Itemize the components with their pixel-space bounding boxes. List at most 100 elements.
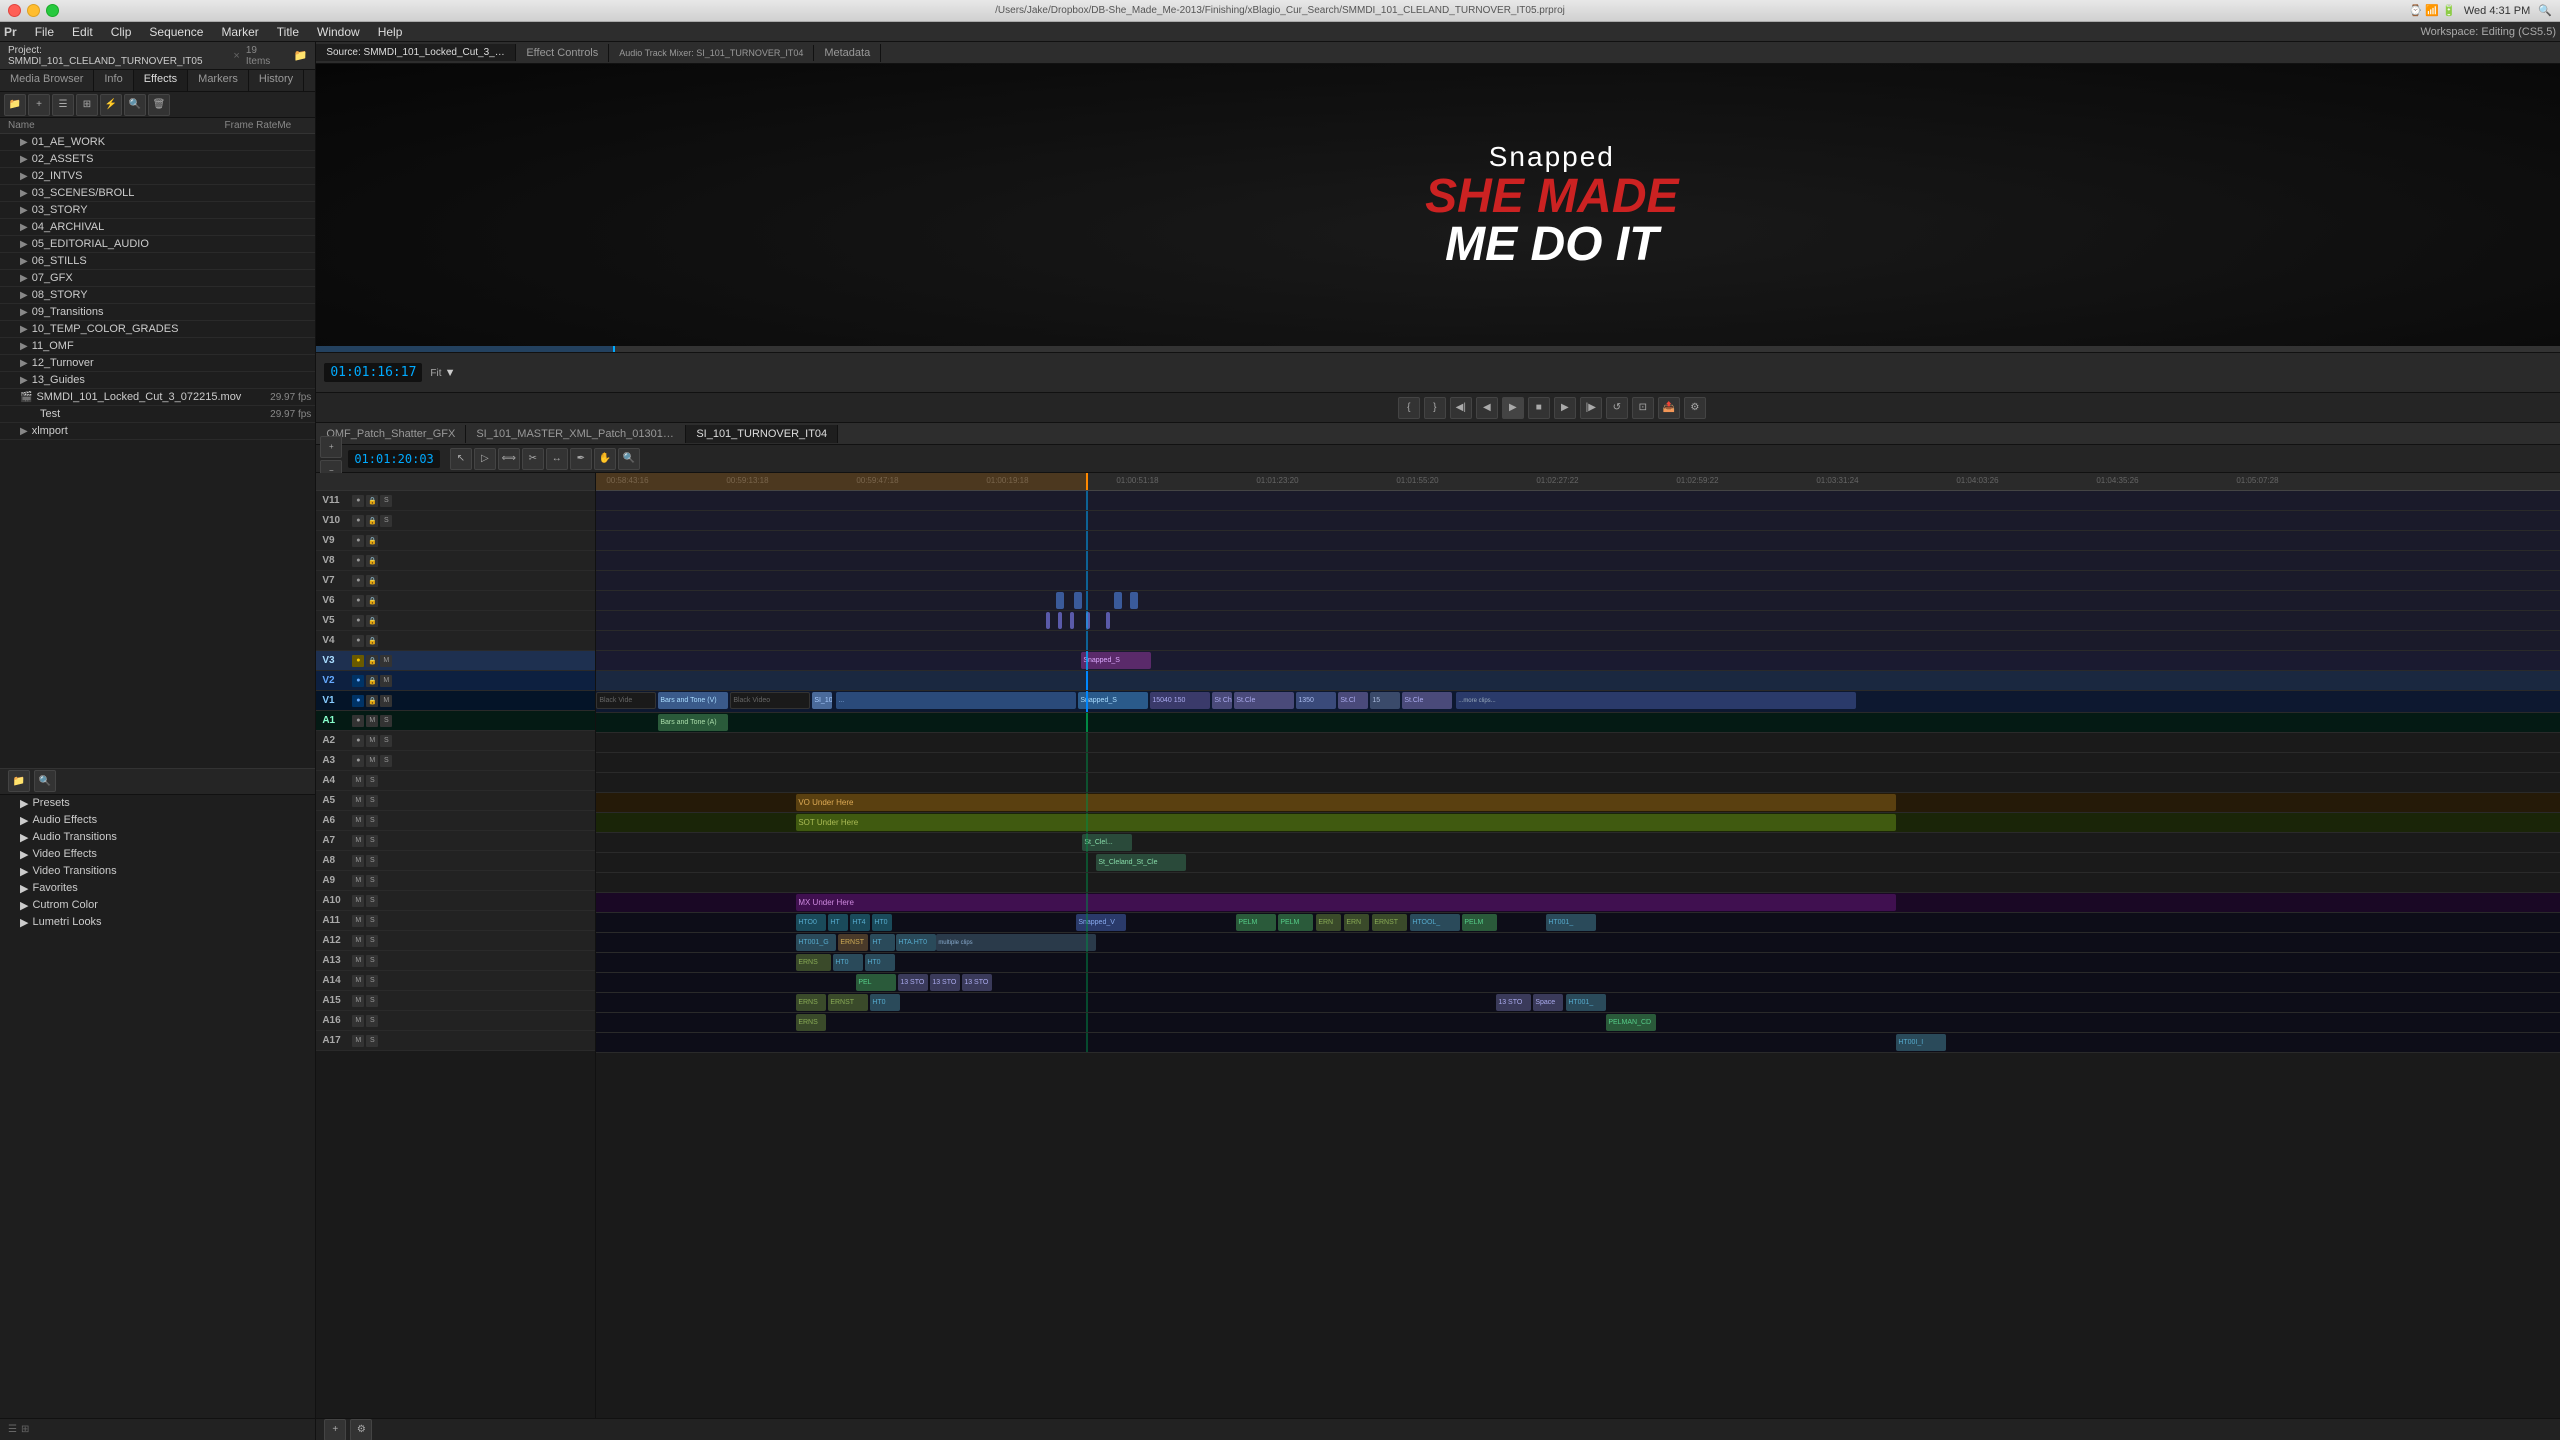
eye-icon-v11[interactable]: ● [352, 495, 364, 507]
yellow-marker-icon-v3[interactable]: ● [352, 655, 364, 667]
lock-icon-v10[interactable]: 🔒 [366, 515, 378, 527]
clip-v5-2[interactable] [1058, 612, 1062, 629]
clip-a11-ernst[interactable]: ERNST [1372, 914, 1407, 931]
solo-icon-a7[interactable]: S [366, 835, 378, 847]
list-item[interactable]: Test 29.97 fps [0, 406, 315, 423]
track-v5[interactable] [596, 611, 2560, 631]
track-v6[interactable] [596, 591, 2560, 611]
clip-a5-vo[interactable]: VO Under Here [796, 794, 1896, 811]
minimize-button[interactable] [27, 4, 40, 17]
sync-icon-v11[interactable]: S [380, 495, 392, 507]
track-a10[interactable]: MX Under Here [596, 893, 2560, 913]
automate-button[interactable]: ⚡ [100, 94, 122, 116]
timeline-tab-1[interactable]: SI_101_MASTER_XML_Patch_01301617 [466, 425, 686, 443]
eye-icon-v9[interactable]: ● [352, 535, 364, 547]
track-a15[interactable]: ERNS ERNST HT0 13 STO Space HT001_ [596, 993, 2560, 1013]
source-tab-audio-mixer[interactable]: Audio Track Mixer: SI_101_TURNOVER_IT04 [609, 45, 814, 61]
menu-edit[interactable]: Edit [64, 23, 101, 41]
lock-icon-v6[interactable]: 🔒 [366, 595, 378, 607]
clip-a12-ht5[interactable]: HT [870, 934, 895, 951]
list-item[interactable]: ▶ 04_ARCHIVAL [0, 219, 315, 236]
effects-search-button[interactable]: 🔍 [34, 770, 56, 792]
slip-tool-button[interactable]: ↔ [546, 448, 568, 470]
track-a5[interactable]: VO Under Here [596, 793, 2560, 813]
clip-a10-mx[interactable]: MX Under Here [796, 894, 1896, 911]
clip-a11-snapped-ht[interactable]: Snapped_V [1076, 914, 1126, 931]
track-v11[interactable] [596, 491, 2560, 511]
clip-v6-2[interactable] [1074, 592, 1082, 609]
list-item[interactable]: ▶ 10_TEMP_COLOR_GRADES [0, 321, 315, 338]
track-v7[interactable] [596, 571, 2560, 591]
clip-v5-3[interactable] [1070, 612, 1074, 629]
eye-icon-v10[interactable]: ● [352, 515, 364, 527]
clip-a8-cleland[interactable]: St_Cleland_St_Cle [1096, 854, 1186, 871]
track-v9[interactable] [596, 531, 2560, 551]
source-tab-active[interactable]: Source: SMMDI_101_Locked_Cut_3_072215.mo… [316, 44, 516, 61]
mute-icon-a15[interactable]: M [352, 995, 364, 1007]
timeline-tab-active[interactable]: SI_101_TURNOVER_IT04 [686, 425, 838, 443]
lock-icon-v3[interactable]: 🔒 [366, 655, 378, 667]
list-item[interactable]: ▶ 03_STORY [0, 202, 315, 219]
mark-out-button[interactable]: } [1424, 397, 1446, 419]
clip-a15-13st3[interactable]: Space [1533, 994, 1563, 1011]
source-fit-dropdown[interactable]: Fit ▼ [430, 367, 455, 379]
clip-v1-many-short[interactable]: ... [836, 692, 1076, 709]
icon-view-button[interactable]: ⊞ [76, 94, 98, 116]
solo-icon-a8[interactable]: S [366, 855, 378, 867]
menu-window[interactable]: Window [309, 23, 368, 41]
pen-tool-button[interactable]: ✒ [570, 448, 592, 470]
lock-icon-v4[interactable]: 🔒 [366, 635, 378, 647]
mute-icon-v2[interactable]: M [380, 675, 392, 687]
track-a4[interactable] [596, 773, 2560, 793]
list-item[interactable]: 🎬 SMMDI_101_Locked_Cut_3_072215.mov 29.9… [0, 389, 315, 406]
mute-icon-a13[interactable]: M [352, 955, 364, 967]
list-item[interactable]: ▶ 12_Turnover [0, 355, 315, 372]
solo-icon-a14[interactable]: S [366, 975, 378, 987]
timeline-add-marker-button[interactable]: + [324, 1419, 346, 1440]
mute-icon-a11[interactable]: M [352, 915, 364, 927]
track-a2[interactable] [596, 733, 2560, 753]
clip-a12-htool1[interactable]: HT001_G [796, 934, 836, 951]
clip-a15-htoo2[interactable]: HT0 [870, 994, 900, 1011]
close-button[interactable] [8, 4, 21, 17]
menu-help[interactable]: Help [370, 23, 411, 41]
solo-icon-a2[interactable]: S [380, 735, 392, 747]
clip-a16-pelman2[interactable]: PELMAN_CD [1606, 1014, 1656, 1031]
clip-v1-15[interactable]: 15 [1370, 692, 1400, 709]
list-item[interactable]: ▶ 01_AE_WORK [0, 134, 315, 151]
eye-icon-v5[interactable]: ● [352, 615, 364, 627]
track-a14[interactable]: PEL 13 STO 13 STO 13 STO [596, 973, 2560, 993]
track-a12[interactable]: HT001_G ERNST HT HTA.HT0 multiple clips [596, 933, 2560, 953]
tab-effects[interactable]: Effects [134, 70, 188, 91]
clip-a11-ht3[interactable]: HT4 [850, 914, 870, 931]
solo-icon-a1[interactable]: S [380, 715, 392, 727]
track-a13[interactable]: ERNS HT0 HT0 [596, 953, 2560, 973]
bottom-icon-1[interactable]: ☰ [8, 1424, 17, 1435]
clip-v1-right-area[interactable]: ...more clips... [1456, 692, 1856, 709]
solo-icon-a16[interactable]: S [366, 1015, 378, 1027]
mute-icon-a6[interactable]: M [352, 815, 364, 827]
mute-icon-a8[interactable]: M [352, 855, 364, 867]
effects-item-favorites[interactable]: ▶ Favorites [0, 880, 315, 897]
menu-file[interactable]: File [27, 23, 62, 41]
clip-v1-stch[interactable]: St Ch [1212, 692, 1232, 709]
solo-icon-a5[interactable]: S [366, 795, 378, 807]
clip-a14-pelman[interactable]: PEL [856, 974, 896, 991]
mute-icon-a17[interactable]: M [352, 1035, 364, 1047]
track-v8[interactable] [596, 551, 2560, 571]
solo-icon-a9[interactable]: S [366, 875, 378, 887]
solo-icon-a17[interactable]: S [366, 1035, 378, 1047]
delete-button[interactable]: 🗑 [148, 94, 170, 116]
clip-v1-stcle3[interactable]: St.Cle [1402, 692, 1452, 709]
mark-in-button[interactable]: { [1398, 397, 1420, 419]
clip-v1-bars[interactable]: Bars and Tone (V) [658, 692, 728, 709]
clip-a12-many[interactable]: multiple clips [936, 934, 1096, 951]
effects-item-video-transitions[interactable]: ▶ Video Transitions [0, 863, 315, 880]
timeline-scroll-area[interactable]: 00:58:43:16 00:59:13:18 00:59:47:18 01:0… [596, 473, 2560, 1418]
menu-marker[interactable]: Marker [213, 23, 266, 41]
step-back-button[interactable]: ◀ [1476, 397, 1498, 419]
clip-a12-frag[interactable]: ERNST [838, 934, 868, 951]
menu-clip[interactable]: Clip [103, 23, 140, 41]
stop-button[interactable]: ■ [1528, 397, 1550, 419]
clip-a11-ern[interactable]: ERN [1316, 914, 1341, 931]
